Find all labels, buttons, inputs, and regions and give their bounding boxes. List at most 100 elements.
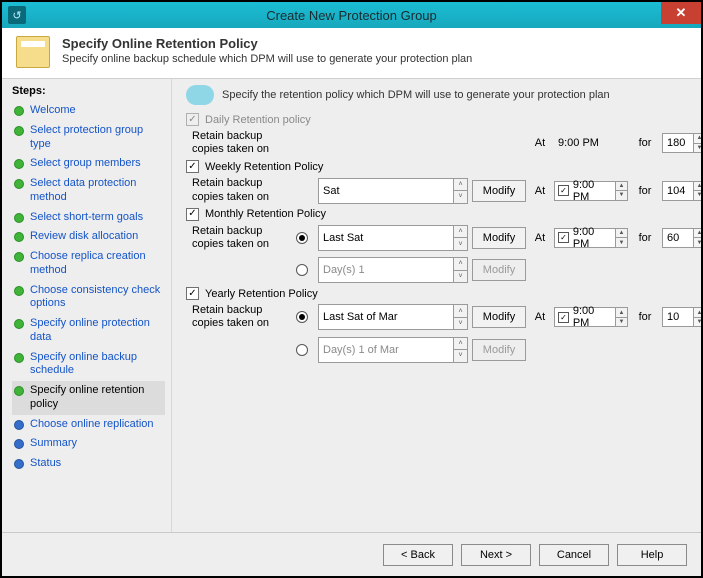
folder-icon bbox=[16, 36, 50, 68]
step-2[interactable]: Select group members bbox=[12, 154, 165, 174]
weekly-day-list[interactable]: Sat˄˅ bbox=[318, 178, 468, 204]
step-bullet-icon bbox=[14, 252, 24, 262]
page-subheading: Specify online backup schedule which DPM… bbox=[62, 53, 472, 65]
step-bullet-icon bbox=[14, 353, 24, 363]
yearly-option2-modify-button: Modify bbox=[472, 339, 526, 361]
titlebar: ↺ Create New Protection Group ✕ bbox=[2, 2, 701, 28]
yearly-option1-list[interactable]: Last Sat of Mar˄˅ bbox=[318, 304, 468, 330]
monthly-option2-modify-button: Modify bbox=[472, 259, 526, 281]
weekly-at-label: At bbox=[530, 185, 550, 197]
step-bullet-icon bbox=[14, 126, 24, 136]
next-button[interactable]: Next > bbox=[461, 544, 531, 566]
step-label: Select protection group type bbox=[30, 124, 163, 152]
step-bullet-icon bbox=[14, 439, 24, 449]
step-1[interactable]: Select protection group type bbox=[12, 121, 165, 155]
daily-duration-input[interactable]: 180▲▼ bbox=[662, 133, 701, 153]
cancel-button[interactable]: Cancel bbox=[539, 544, 609, 566]
step-label: Choose replica creation method bbox=[30, 250, 163, 278]
daily-at-label: At bbox=[530, 137, 550, 149]
step-11[interactable]: Choose online replication bbox=[12, 415, 165, 435]
weekly-duration-input[interactable]: 104▲▼ bbox=[662, 181, 701, 201]
monthly-option1-radio[interactable] bbox=[296, 232, 308, 244]
yearly-option2-list[interactable]: Day(s) 1 of Mar˄˅ bbox=[318, 337, 468, 363]
page-header: Specify Online Retention Policy Specify … bbox=[2, 28, 701, 79]
monthly-retention-label: Monthly Retention Policy bbox=[205, 208, 326, 220]
daily-retain-label: Retain backup copies taken on bbox=[192, 130, 292, 156]
yearly-time-input[interactable]: 9:00 PM▲▼ bbox=[554, 307, 628, 327]
yearly-retain-label: Retain backup copies taken on bbox=[192, 304, 292, 330]
step-4[interactable]: Select short-term goals bbox=[12, 208, 165, 228]
step-bullet-icon bbox=[14, 386, 24, 396]
step-bullet-icon bbox=[14, 232, 24, 242]
yearly-at-label: At bbox=[530, 311, 550, 323]
step-label: Status bbox=[30, 457, 163, 471]
yearly-retention-label: Yearly Retention Policy bbox=[205, 288, 318, 300]
monthly-time-input[interactable]: 9:00 PM▲▼ bbox=[554, 228, 628, 248]
cloud-icon bbox=[186, 85, 214, 105]
step-5[interactable]: Review disk allocation bbox=[12, 227, 165, 247]
step-bullet-icon bbox=[14, 106, 24, 116]
monthly-retention-checkbox[interactable] bbox=[186, 208, 199, 221]
yearly-for-label: for bbox=[632, 311, 658, 323]
weekly-for-label: for bbox=[632, 185, 658, 197]
daily-time: 9:00 PM bbox=[554, 133, 628, 153]
window-title: Create New Protection Group bbox=[2, 8, 701, 23]
monthly-option1-list[interactable]: Last Sat˄˅ bbox=[318, 225, 468, 251]
step-0[interactable]: Welcome bbox=[12, 101, 165, 121]
step-label: Review disk allocation bbox=[30, 230, 163, 244]
yearly-option1-modify-button[interactable]: Modify bbox=[472, 306, 526, 328]
daily-retention-checkbox bbox=[186, 113, 199, 126]
daily-retention-label: Daily Retention policy bbox=[205, 114, 311, 126]
step-label: Select group members bbox=[30, 157, 163, 171]
step-label: Choose consistency check options bbox=[30, 284, 163, 312]
weekly-retention-label: Weekly Retention Policy bbox=[205, 161, 323, 173]
info-text: Specify the retention policy which DPM w… bbox=[222, 89, 610, 101]
weekly-retention-checkbox[interactable] bbox=[186, 160, 199, 173]
monthly-retain-label: Retain backup copies taken on bbox=[192, 225, 292, 251]
weekly-time-input[interactable]: 9:00 PM▲▼ bbox=[554, 181, 628, 201]
monthly-option2-radio[interactable] bbox=[296, 264, 308, 276]
step-label: Specify online retention policy bbox=[30, 384, 163, 412]
step-label: Select short-term goals bbox=[30, 211, 163, 225]
steps-title: Steps: bbox=[12, 85, 165, 97]
page-heading: Specify Online Retention Policy bbox=[62, 36, 472, 51]
help-button[interactable]: Help bbox=[617, 544, 687, 566]
step-bullet-icon bbox=[14, 159, 24, 169]
close-button[interactable]: ✕ bbox=[661, 2, 701, 24]
main-panel: Specify the retention policy which DPM w… bbox=[172, 79, 701, 532]
step-10[interactable]: Specify online retention policy bbox=[12, 381, 165, 415]
weekly-modify-button[interactable]: Modify bbox=[472, 180, 526, 202]
weekly-retain-label: Retain backup copies taken on bbox=[192, 177, 292, 203]
yearly-option1-radio[interactable] bbox=[296, 311, 308, 323]
step-12[interactable]: Summary bbox=[12, 434, 165, 454]
step-label: Specify online protection data bbox=[30, 317, 163, 345]
step-label: Choose online replication bbox=[30, 418, 163, 432]
wizard-window: ↺ Create New Protection Group ✕ Specify … bbox=[0, 0, 703, 578]
step-6[interactable]: Choose replica creation method bbox=[12, 247, 165, 281]
back-button[interactable]: < Back bbox=[383, 544, 453, 566]
yearly-retention-checkbox[interactable] bbox=[186, 287, 199, 300]
step-13[interactable]: Status bbox=[12, 454, 165, 474]
step-3[interactable]: Select data protection method bbox=[12, 174, 165, 208]
step-label: Select data protection method bbox=[30, 177, 163, 205]
monthly-for-label: for bbox=[632, 232, 658, 244]
monthly-option2-list[interactable]: Day(s) 1˄˅ bbox=[318, 257, 468, 283]
daily-for-label: for bbox=[632, 137, 658, 149]
monthly-at-label: At bbox=[530, 232, 550, 244]
monthly-option1-modify-button[interactable]: Modify bbox=[472, 227, 526, 249]
step-bullet-icon bbox=[14, 286, 24, 296]
step-7[interactable]: Choose consistency check options bbox=[12, 281, 165, 315]
step-bullet-icon bbox=[14, 179, 24, 189]
step-8[interactable]: Specify online protection data bbox=[12, 314, 165, 348]
step-label: Summary bbox=[30, 437, 163, 451]
step-bullet-icon bbox=[14, 213, 24, 223]
step-bullet-icon bbox=[14, 459, 24, 469]
step-label: Specify online backup schedule bbox=[30, 351, 163, 379]
steps-sidebar: Steps: Welcome Select protection group ty… bbox=[2, 79, 172, 532]
step-9[interactable]: Specify online backup schedule bbox=[12, 348, 165, 382]
yearly-option2-radio[interactable] bbox=[296, 344, 308, 356]
monthly-duration-input[interactable]: 60▲▼ bbox=[662, 228, 701, 248]
step-bullet-icon bbox=[14, 319, 24, 329]
yearly-duration-input[interactable]: 10▲▼ bbox=[662, 307, 701, 327]
step-label: Welcome bbox=[30, 104, 163, 118]
